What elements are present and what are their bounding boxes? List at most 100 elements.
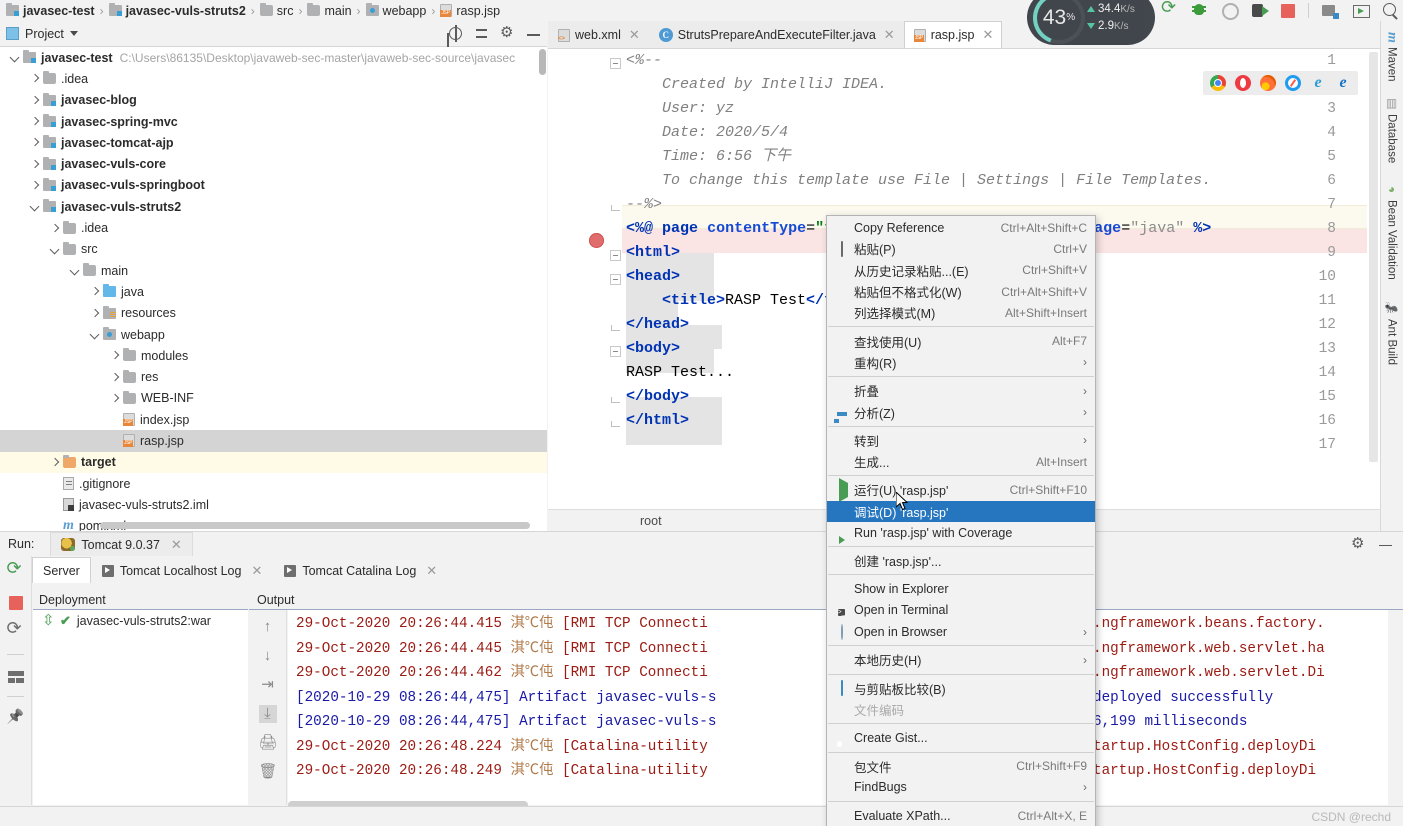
minimize-icon[interactable] bbox=[1378, 537, 1393, 552]
menu-item-open-in-browser[interactable]: Open in Browser › bbox=[827, 621, 1095, 642]
editor-breadcrumb-label[interactable]: root bbox=[640, 514, 662, 528]
down-arrow-icon[interactable]: ↓ bbox=[259, 647, 277, 665]
project-tree-vertical-scrollbar[interactable] bbox=[539, 49, 546, 75]
editor-scrollbar-thumb[interactable] bbox=[1369, 52, 1378, 462]
soft-wrap-icon[interactable]: ⇥ bbox=[259, 676, 277, 694]
tree-node-javasec-vuls-core[interactable]: javasec-vuls-core bbox=[0, 153, 547, 174]
chevron-right-icon[interactable] bbox=[108, 371, 121, 384]
system-monitor-widget[interactable]: 43% 34.4K/s 2.9K/s bbox=[1027, 0, 1155, 45]
breadcrumb-item-javasec-vuls-struts2[interactable]: javasec-vuls-struts2 bbox=[107, 3, 248, 18]
collapse-all-icon[interactable] bbox=[474, 26, 489, 41]
chevron-right-icon[interactable] bbox=[88, 285, 101, 298]
tree-node-java[interactable]: java bbox=[0, 281, 547, 302]
rerun-icon[interactable] bbox=[7, 558, 25, 581]
menu-item-show-in-explorer[interactable]: Show in Explorer bbox=[827, 578, 1095, 599]
menu-item-r[interactable]: 重构(R) › bbox=[827, 352, 1095, 373]
safari-icon[interactable] bbox=[1285, 75, 1301, 91]
code-fold-icon[interactable] bbox=[610, 394, 621, 405]
run-configuration-tab[interactable]: Tomcat 9.0.37 ✕ bbox=[50, 531, 193, 557]
code-fold-icon[interactable] bbox=[610, 250, 621, 261]
tree-node-javasec-tomcat-ajp[interactable]: javasec-tomcat-ajp bbox=[0, 132, 547, 153]
tree-node-javasec-test[interactable]: javasec-test C:\Users\86135\Desktop\javaw… bbox=[0, 47, 547, 68]
tree-node-gitignore[interactable]: .gitignore bbox=[0, 473, 547, 494]
firefox-icon[interactable] bbox=[1260, 75, 1276, 91]
tree-node-javasec-spring-mvc[interactable]: javasec-spring-mvc bbox=[0, 111, 547, 132]
breadcrumb-item-javasec-test[interactable]: javasec-test bbox=[4, 3, 97, 18]
menu-item-open-in-terminal[interactable]: >_ Open in Terminal bbox=[827, 600, 1095, 621]
menu-item-d-rasp-jsp[interactable]: 调试(D) 'rasp.jsp' bbox=[827, 500, 1095, 522]
menu-item-evaluate-xpath[interactable]: Evaluate XPath... Ctrl+Alt+X, E bbox=[827, 805, 1095, 826]
close-icon[interactable]: ✕ bbox=[982, 27, 993, 43]
debug-icon[interactable] bbox=[1191, 2, 1208, 19]
up-arrow-icon[interactable]: ↑ bbox=[259, 618, 277, 636]
tree-node-resources[interactable]: resources bbox=[0, 303, 547, 324]
chevron-down-icon[interactable] bbox=[88, 328, 101, 341]
menu-item-b[interactable]: 与剪贴板比较(B) bbox=[827, 678, 1095, 699]
restore-layout-icon[interactable] bbox=[7, 671, 24, 683]
tab-server[interactable]: Server bbox=[32, 557, 91, 583]
chevron-right-icon[interactable] bbox=[48, 456, 61, 469]
chevron-right-icon[interactable] bbox=[88, 307, 101, 320]
deployment-list[interactable]: ✔ javasec-vuls-struts2:war bbox=[33, 610, 248, 805]
code-fold-icon[interactable] bbox=[610, 58, 621, 69]
chevron-down-icon[interactable] bbox=[8, 51, 21, 64]
editor-tab-rasp-jsp[interactable]: rasp.jsp ✕ bbox=[903, 21, 1003, 48]
chevron-right-icon[interactable] bbox=[28, 115, 41, 128]
opera-icon[interactable] bbox=[1235, 75, 1251, 91]
chevron-down-icon[interactable] bbox=[28, 200, 41, 213]
chevron-right-icon[interactable] bbox=[28, 94, 41, 107]
breadcrumb-item-webapp[interactable]: webapp bbox=[364, 3, 429, 18]
close-icon[interactable]: ✕ bbox=[251, 563, 262, 579]
scroll-to-end-icon[interactable]: ⤓ bbox=[258, 705, 277, 723]
code-fold-icon[interactable] bbox=[610, 322, 621, 333]
menu-item-z[interactable]: 分析(Z) › bbox=[827, 401, 1095, 422]
tree-node-javasec-blog[interactable]: javasec-blog bbox=[0, 90, 547, 111]
menu-item-u[interactable]: 查找使用(U) Alt+F7 bbox=[827, 330, 1095, 351]
menu-item-run-rasp-jsp-with-coverage[interactable]: Run 'rasp.jsp' with Coverage bbox=[827, 522, 1095, 543]
menu-item-[interactable]: 生成... Alt+Insert bbox=[827, 451, 1095, 472]
menu-item-[interactable]: 包文件 Ctrl+Shift+F9 bbox=[827, 756, 1095, 777]
tree-node-web-inf[interactable]: WEB-INF bbox=[0, 388, 547, 409]
deployment-row[interactable]: ✔ javasec-vuls-struts2:war bbox=[33, 610, 248, 632]
locate-target-icon[interactable] bbox=[448, 25, 463, 42]
tree-node-res[interactable]: res bbox=[0, 366, 547, 387]
tree-node-javasec-vuls-struts2[interactable]: javasec-vuls-struts2 bbox=[0, 196, 547, 217]
gear-icon[interactable] bbox=[1351, 534, 1366, 552]
tool-window-maven[interactable]: m Maven bbox=[1381, 28, 1402, 85]
tree-node-src[interactable]: src bbox=[0, 239, 547, 260]
code-fold-icon[interactable] bbox=[610, 202, 621, 213]
tree-node-main[interactable]: main bbox=[0, 260, 547, 281]
tree-node-javasec-vuls-struts2-iml[interactable]: javasec-vuls-struts2.iml bbox=[0, 494, 547, 515]
code-fold-icon[interactable] bbox=[610, 274, 621, 285]
restart-server-icon[interactable] bbox=[7, 618, 25, 641]
menu-item-e[interactable]: 从历史记录粘贴...(E) Ctrl+Shift+V bbox=[827, 260, 1095, 281]
tool-window-bean-validation[interactable]: ◕ Bean Validation bbox=[1381, 178, 1402, 284]
tree-node-webapp[interactable]: webapp bbox=[0, 324, 547, 345]
tree-node-idea[interactable]: .idea bbox=[0, 217, 547, 238]
tool-window-database[interactable]: ▥ Database bbox=[1381, 92, 1402, 167]
editor-tab-struts-filter[interactable]: C StrutsPrepareAndExecuteFilter.java ✕ bbox=[648, 21, 904, 48]
edge-icon[interactable]: e bbox=[1335, 75, 1351, 91]
tree-node-idea[interactable]: .idea bbox=[0, 68, 547, 89]
tab-tomcat-catalina-log[interactable]: Tomcat Catalina Log ✕ bbox=[273, 557, 448, 583]
tab-tomcat-localhost-log[interactable]: Tomcat Localhost Log ✕ bbox=[91, 557, 274, 583]
menu-item-u-rasp-jsp[interactable]: 运行(U) 'rasp.jsp' Ctrl+Shift+F10 bbox=[827, 477, 1095, 502]
menu-item-rasp-jsp[interactable]: 创建 'rasp.jsp'... bbox=[827, 550, 1095, 571]
menu-item-copy-reference[interactable]: Copy Reference Ctrl+Alt+Shift+C bbox=[827, 217, 1095, 238]
chevron-right-icon[interactable] bbox=[48, 222, 61, 235]
gear-icon[interactable] bbox=[500, 23, 515, 41]
chevron-right-icon[interactable] bbox=[108, 349, 121, 362]
project-structure-icon[interactable] bbox=[1322, 2, 1339, 19]
menu-item-m[interactable]: 列选择模式(M) Alt+Shift+Insert bbox=[827, 302, 1095, 323]
trash-icon[interactable]: 🗑 bbox=[259, 763, 278, 781]
chrome-icon[interactable] bbox=[1210, 75, 1226, 91]
breakpoint-icon[interactable] bbox=[589, 233, 604, 248]
close-icon[interactable]: ✕ bbox=[171, 537, 182, 553]
menu-item-create-gist[interactable]: Create Gist... bbox=[827, 727, 1095, 748]
close-icon[interactable]: ✕ bbox=[629, 27, 640, 43]
search-everywhere-icon[interactable] bbox=[1382, 2, 1399, 19]
tree-node-rasp-jsp[interactable]: rasp.jsp bbox=[0, 430, 547, 452]
menu-item-[interactable]: 转到 › bbox=[827, 430, 1095, 451]
menu-item-h[interactable]: 本地历史(H) › bbox=[827, 649, 1095, 670]
stop-icon[interactable] bbox=[1281, 3, 1295, 18]
